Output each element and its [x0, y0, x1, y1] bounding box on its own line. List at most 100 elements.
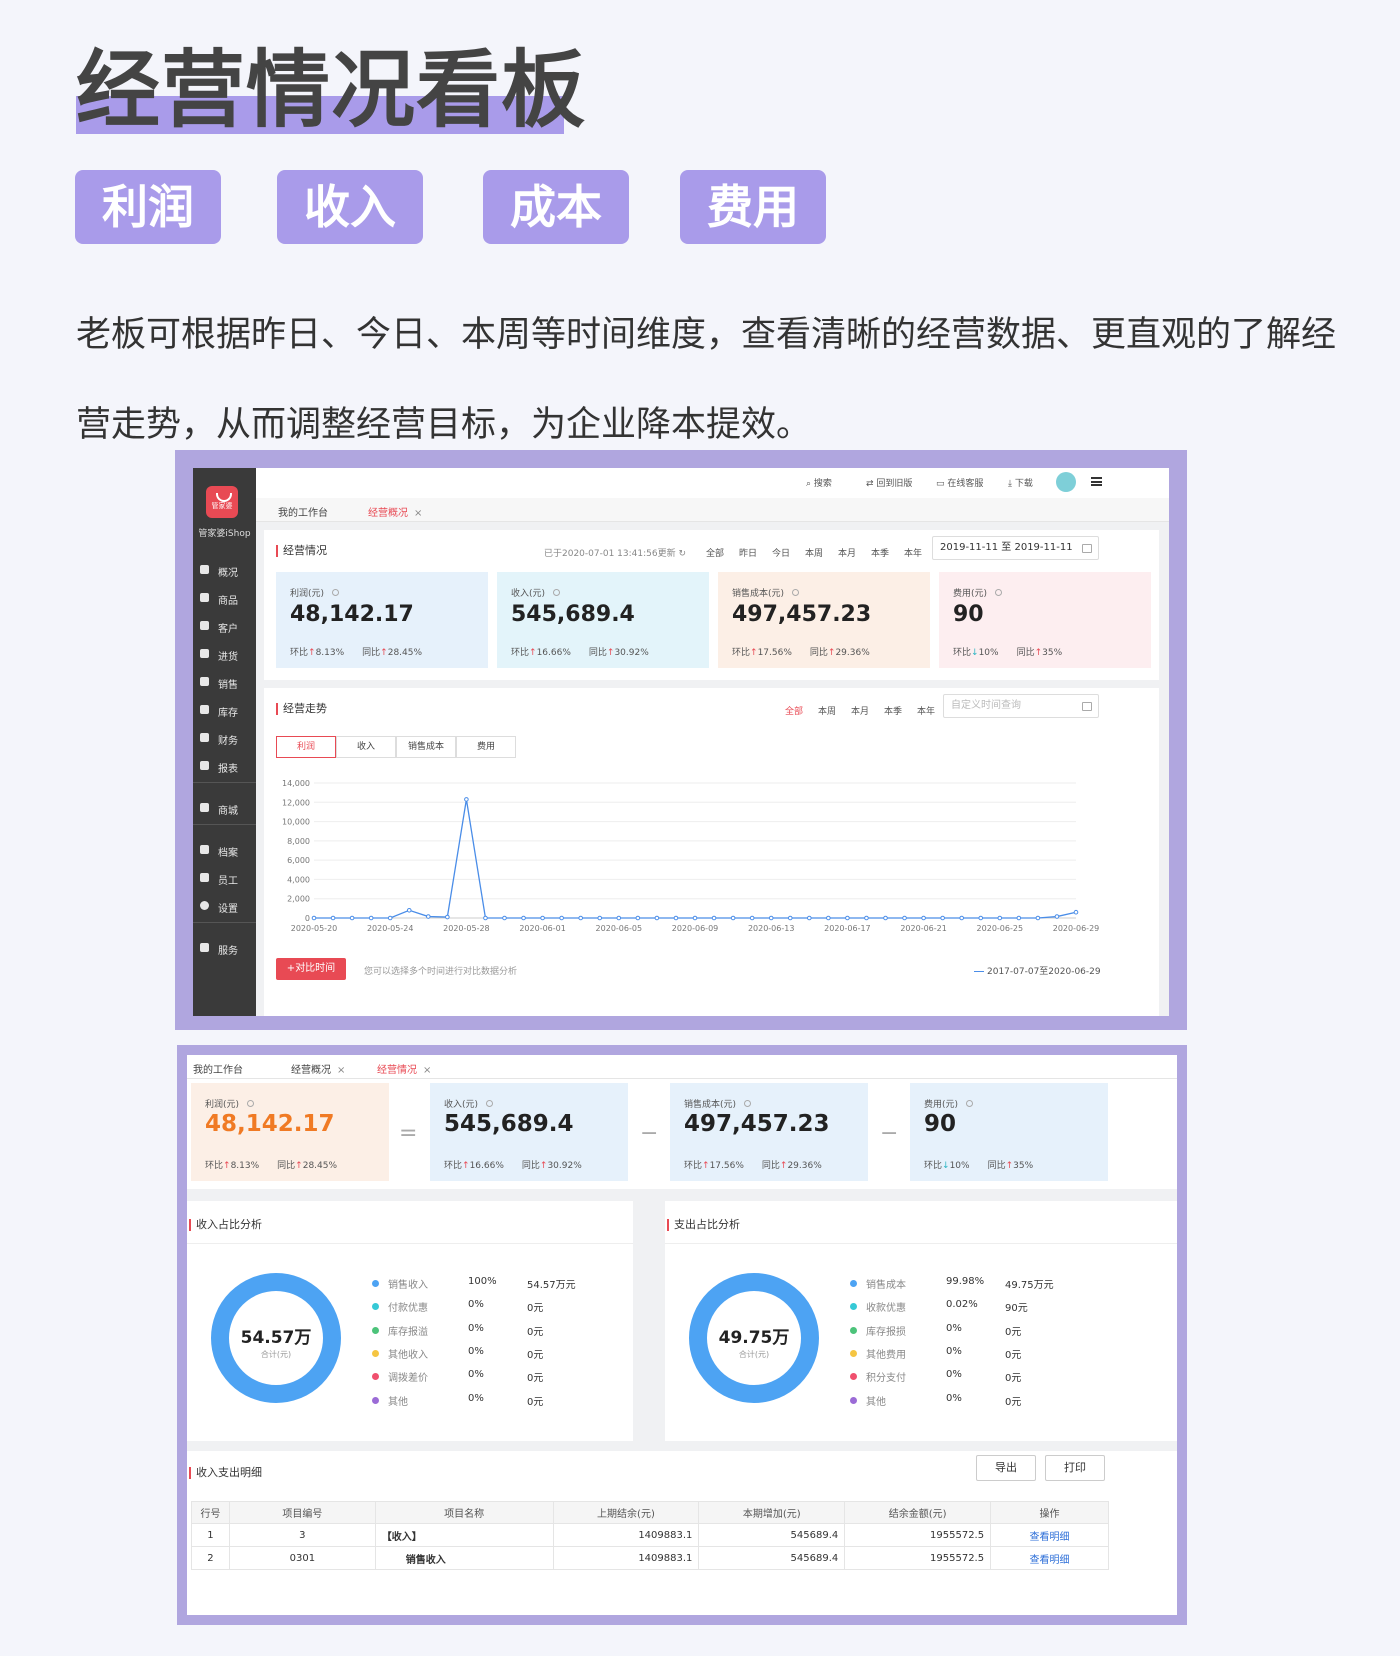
legend-value: 0元: [527, 1303, 544, 1315]
data-point: [845, 915, 850, 921]
export-button[interactable]: 导出: [976, 1455, 1036, 1481]
legend-name: 积分支付: [866, 1373, 906, 1385]
kpi-label-text: 销售成本(元): [732, 589, 785, 599]
date-range-input[interactable]: 2019-11-11 至 2019-11-11: [932, 536, 1099, 560]
help-icon[interactable]: [792, 589, 800, 596]
kpi-ratios: 环比↑8.13% 同比↑28.45%: [205, 1158, 355, 1171]
range-yesterday[interactable]: 昨日: [739, 546, 757, 559]
nav-item-purchase[interactable]: 进货: [193, 644, 256, 666]
nav-item-overview[interactable]: 概况: [193, 560, 256, 582]
print-button[interactable]: 打印: [1045, 1455, 1105, 1481]
legend-dot-icon: [372, 1349, 379, 1357]
avatar[interactable]: [1056, 472, 1076, 492]
trend-line-chart: 0 2,000 4,000 6,000 8,000 10,000 12,000 14,000 2…: [282, 779, 1099, 933]
overview-panel: 经营情况 已于2020-07-01 13:41:56更新 ↻ 全部 昨日 今日 …: [264, 530, 1159, 680]
data-point: [768, 915, 774, 921]
nav-item-service[interactable]: 服务: [193, 938, 256, 960]
range-month[interactable]: 本月: [838, 546, 856, 559]
refresh-icon[interactable]: ↻: [678, 549, 686, 559]
range-quarter[interactable]: 本季: [871, 546, 889, 559]
legend-percent: 0%: [468, 1392, 484, 1404]
tab-workbench[interactable]: 我的工作台: [278, 504, 328, 519]
support-button[interactable]: ▭ 在线客服: [936, 476, 983, 489]
kpi-ratios: 环比↑8.13% 同比↑28.45%: [290, 645, 440, 658]
cell-item-name: 销售收入: [374, 1546, 554, 1570]
tab-workbench[interactable]: 我的工作台: [193, 1061, 243, 1076]
detail-panel: 收入支出明细 导出 打印 行号 项目编号 项目名称 上期结余(元) 本期增加(元…: [187, 1451, 1177, 1615]
nav-item-settings[interactable]: 设置: [193, 896, 256, 918]
detail-table: 行号 项目编号 项目名称 上期结余(元) 本期增加(元) 结余金额(元) 操作 …: [191, 1501, 1109, 1570]
kpi-value: 497,457.23: [684, 1111, 830, 1137]
compare-time-button[interactable]: +对比时间: [276, 958, 346, 980]
help-icon[interactable]: [332, 589, 340, 596]
legend-value: 0元: [527, 1373, 544, 1385]
kpi-label: 销售成本(元): [684, 1097, 752, 1110]
detail-title: 收入支出明细: [189, 1467, 262, 1479]
chart-tab-income[interactable]: 收入: [336, 736, 396, 758]
range-year[interactable]: 本年: [904, 546, 922, 559]
trend-range-all[interactable]: 全部: [785, 704, 803, 717]
view-detail-link[interactable]: 查看明细: [990, 1523, 1109, 1547]
nav-item-finance[interactable]: 财务: [193, 728, 256, 750]
tab-overview[interactable]: 经营概况 ×: [291, 1061, 345, 1076]
chart-tab-expense[interactable]: 费用: [456, 736, 516, 758]
legend-name: 其他收入: [388, 1349, 428, 1361]
nav-item-sales[interactable]: 销售: [193, 672, 256, 694]
cell-balance: 1955572.5: [844, 1523, 992, 1547]
nav-item-products[interactable]: 商品: [193, 588, 256, 610]
trend-range-month[interactable]: 本月: [851, 704, 869, 717]
close-icon[interactable]: ×: [423, 1065, 431, 1076]
switch-icon: ⇄: [866, 479, 877, 489]
custom-date-input[interactable]: 自定义时间查询: [943, 694, 1099, 718]
mom-value: 10%: [978, 648, 999, 658]
close-icon[interactable]: ×: [414, 508, 422, 519]
arrow-up-icon: ↑: [308, 648, 316, 658]
nav-item-customers[interactable]: 客户: [193, 616, 256, 638]
equals-sign: =: [399, 1121, 418, 1146]
nav-item-mall[interactable]: 商城: [193, 798, 256, 820]
legend-dot-icon: [372, 1396, 379, 1404]
series-line: [314, 799, 1077, 919]
app-logo[interactable]: 管家婆: [206, 486, 238, 518]
help-icon[interactable]: [966, 1100, 974, 1107]
users-icon: [200, 621, 209, 630]
range-week[interactable]: 本周: [805, 546, 823, 559]
range-today[interactable]: 今日: [772, 546, 790, 559]
yoy-label: 同比: [809, 648, 828, 658]
arrow-up-icon: ↑: [750, 648, 758, 658]
mom-ratio: 环比↑8.13%: [290, 648, 344, 658]
trend-range-quarter[interactable]: 本季: [884, 704, 902, 717]
chart-tab-cost[interactable]: 销售成本: [396, 736, 456, 758]
help-icon[interactable]: [247, 1100, 255, 1107]
nav-item-inventory[interactable]: 库存: [193, 700, 256, 722]
mom-ratio: 环比↑16.66%: [444, 1161, 504, 1171]
old-version-button[interactable]: ⇄ 回到旧版: [866, 476, 912, 489]
nav-item-archive[interactable]: 档案: [193, 840, 256, 862]
kpi-card: 销售成本(元) 497,457.23 环比↑17.56% 同比↑29.36%: [670, 1083, 868, 1181]
mom-value: 16.66%: [536, 648, 571, 658]
view-detail-link[interactable]: 查看明细: [990, 1546, 1109, 1570]
menu-icon[interactable]: [1091, 477, 1102, 486]
search-button[interactable]: ⌕ 搜索: [806, 476, 832, 489]
kpi-label-text: 销售成本(元): [684, 1100, 737, 1110]
help-icon[interactable]: [553, 589, 561, 596]
close-icon[interactable]: ×: [337, 1065, 345, 1076]
income-analysis-panel: 收入占比分析 54.57万 合计(元) 销售收入 100% 54.57万元 付款优惠 0…: [187, 1201, 633, 1441]
mom-ratio: 环比↑8.13%: [205, 1161, 259, 1171]
x-tick-label: 2020-06-25: [977, 924, 1024, 933]
legend-dot-icon: [372, 1326, 379, 1334]
trend-range-week[interactable]: 本周: [818, 704, 836, 717]
download-button[interactable]: ⤓ 下载: [1008, 476, 1033, 489]
nav-item-staff[interactable]: 员工: [193, 868, 256, 890]
chart-tab-profit[interactable]: 利润: [276, 736, 336, 758]
help-icon[interactable]: [486, 1100, 494, 1107]
tab-overview[interactable]: 经营概况 ×: [368, 504, 422, 519]
nav-item-reports[interactable]: 报表: [193, 756, 256, 778]
tab-operation[interactable]: 经营情况 ×: [377, 1061, 431, 1076]
mom-ratio: 环比↑17.56%: [684, 1161, 744, 1171]
help-icon[interactable]: [744, 1100, 752, 1107]
range-all[interactable]: 全部: [706, 546, 724, 559]
help-icon[interactable]: [995, 589, 1003, 596]
nav-divider: [193, 922, 256, 923]
trend-range-year[interactable]: 本年: [917, 704, 935, 717]
